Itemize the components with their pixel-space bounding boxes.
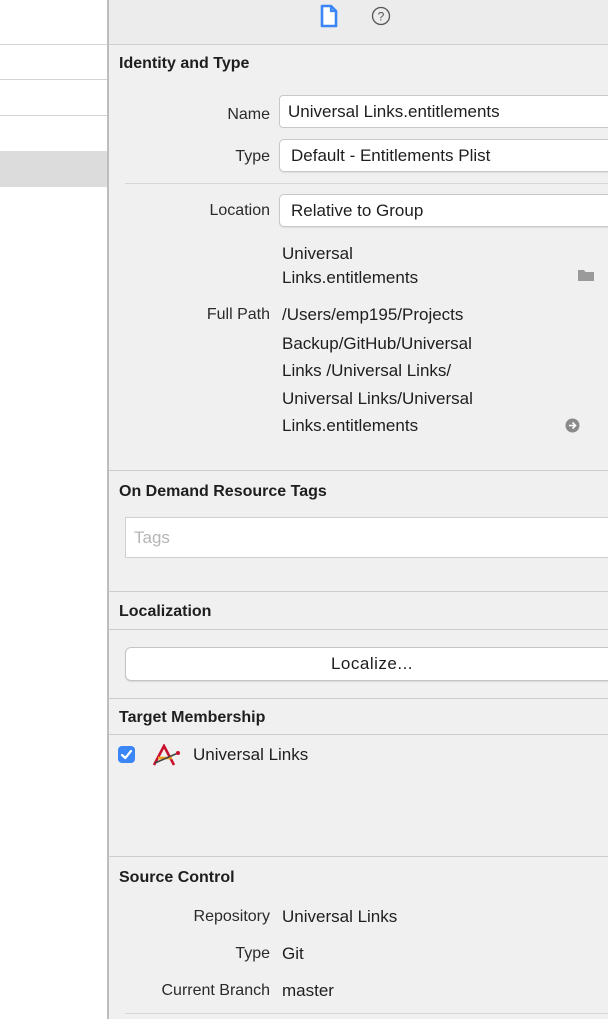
name-label: Name bbox=[227, 106, 270, 123]
localization-title: Localization bbox=[119, 603, 212, 620]
full-path-line: Links.entitlements bbox=[282, 416, 419, 435]
vcs-type-label: Type bbox=[235, 945, 270, 962]
navigator-row-divider bbox=[0, 79, 107, 80]
location-file-line: Links.entitlements bbox=[282, 268, 419, 287]
vcs-type-value: Git bbox=[282, 944, 304, 963]
location-label: Location bbox=[209, 202, 271, 219]
checkmark-icon bbox=[120, 749, 133, 760]
section-divider bbox=[109, 629, 608, 630]
target-checkbox[interactable] bbox=[118, 746, 135, 763]
repository-value: Universal Links bbox=[282, 907, 398, 926]
full-path-line: /Users/emp195/Projects bbox=[282, 305, 464, 324]
svg-text:?: ? bbox=[378, 10, 385, 24]
location-file-line: Universal bbox=[282, 244, 353, 263]
target-name: Universal Links bbox=[193, 745, 309, 764]
repository-label: Repository bbox=[193, 908, 270, 925]
section-divider bbox=[109, 591, 608, 592]
target-membership-title: Target Membership bbox=[119, 709, 266, 726]
file-inspector: ? Identity and Type Name Universal Links… bbox=[109, 0, 608, 1019]
file-icon[interactable] bbox=[320, 4, 338, 33]
section-divider bbox=[109, 698, 608, 699]
full-path-line: Links /Universal Links/ bbox=[282, 361, 452, 380]
folder-icon[interactable] bbox=[577, 268, 595, 287]
current-branch-value: master bbox=[282, 981, 334, 1000]
navigator-pane bbox=[0, 0, 107, 1019]
location-value: Relative to Group bbox=[291, 201, 424, 220]
location-popup[interactable]: Relative to Group bbox=[279, 194, 608, 227]
on-demand-resource-tags-title: On Demand Resource Tags bbox=[119, 483, 327, 500]
divider bbox=[125, 183, 608, 184]
full-path-line: Backup/GitHub/Universal bbox=[282, 334, 472, 353]
localize-button[interactable]: Localize... bbox=[125, 647, 608, 681]
current-branch-label: Current Branch bbox=[161, 982, 271, 999]
navigator-selected-row[interactable] bbox=[0, 151, 107, 187]
full-path-label: Full Path bbox=[206, 306, 270, 323]
tags-input[interactable]: Tags bbox=[125, 517, 608, 558]
navigator-row-divider bbox=[0, 115, 107, 116]
reveal-arrow-icon[interactable] bbox=[565, 418, 580, 438]
identity-and-type-title: Identity and Type bbox=[119, 55, 250, 72]
app-target-icon bbox=[152, 743, 186, 772]
section-divider bbox=[109, 470, 608, 471]
section-divider bbox=[109, 734, 608, 735]
source-control-title: Source Control bbox=[119, 869, 235, 886]
type-label: Type bbox=[235, 148, 270, 165]
full-path-line: Universal Links/Universal bbox=[282, 389, 473, 408]
section-divider bbox=[109, 856, 608, 857]
help-icon[interactable]: ? bbox=[371, 6, 391, 31]
name-field[interactable]: Universal Links.entitlements bbox=[279, 95, 608, 128]
type-value: Default - Entitlements Plist bbox=[291, 146, 491, 165]
navigator-row-divider bbox=[0, 44, 107, 45]
type-popup[interactable]: Default - Entitlements Plist bbox=[279, 139, 608, 172]
divider bbox=[125, 1013, 608, 1014]
inspector-selector-bar: ? bbox=[109, 0, 608, 45]
